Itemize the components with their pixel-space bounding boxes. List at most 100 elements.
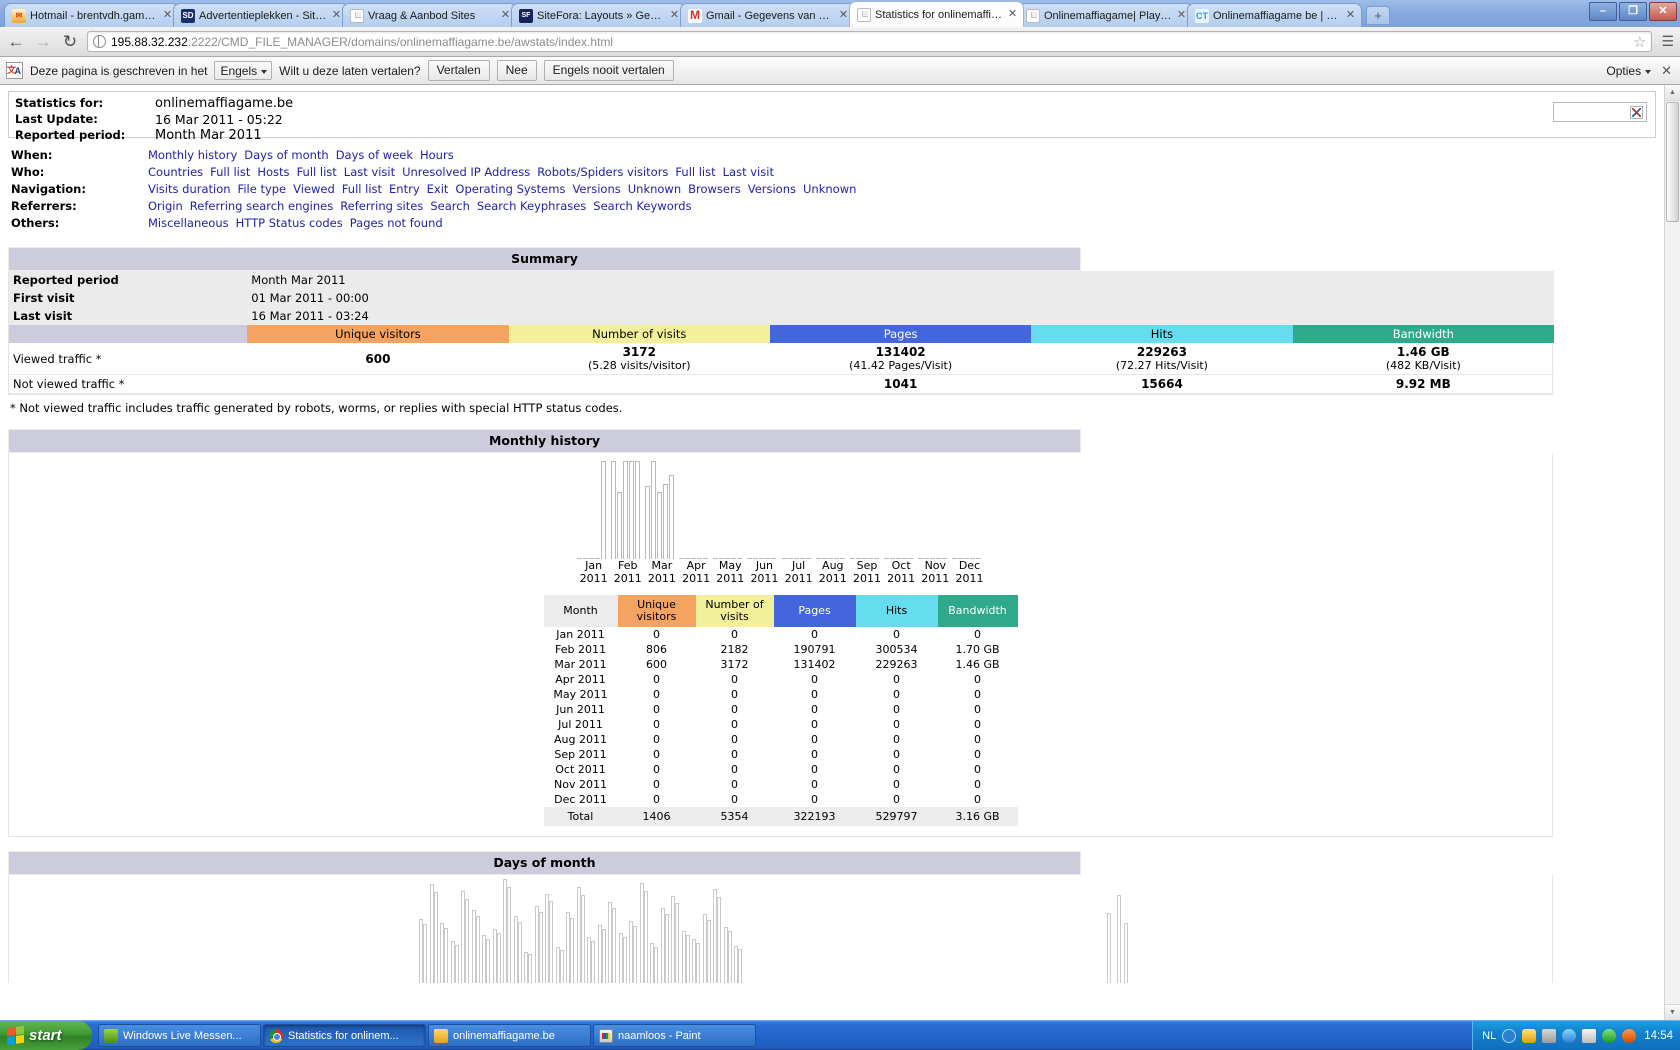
cell-pages: 0 <box>811 733 818 746</box>
minimize-button[interactable]: – <box>1589 2 1617 21</box>
nav-link[interactable]: Countries <box>148 165 203 179</box>
nav-link[interactable]: Days of month <box>244 148 328 162</box>
star-tray-icon[interactable] <box>1522 1028 1537 1043</box>
browser-tab[interactable]: ✉ Hotmail - brentvdh.game... ✕ <box>4 3 179 27</box>
nav-link[interactable]: Referring sites <box>340 199 423 213</box>
bar <box>719 558 725 559</box>
firewall-tray-icon[interactable] <box>1622 1028 1637 1043</box>
new-tab-button[interactable]: + <box>1366 6 1390 25</box>
browser-tab[interactable]: SD Advertentieplekken - SiteD... ✕ <box>173 3 348 27</box>
nav-link[interactable]: Operating Systems <box>455 182 565 196</box>
browser-tab[interactable]: CT Onlinemaffiagame be | Cri... ✕ <box>1187 3 1362 27</box>
table-total-row: Total 1406 5354 322193 529797 3.16 GB <box>543 807 1018 826</box>
nav-link[interactable]: Miscellaneous <box>148 216 229 230</box>
scroll-down-icon[interactable]: ▼ <box>1665 1004 1680 1020</box>
nav-link[interactable]: Monthly history <box>148 148 237 162</box>
nav-link[interactable]: Hosts <box>257 165 289 179</box>
nav-link[interactable]: Search Keyphrases <box>477 199 586 213</box>
summary-section-title: Summary <box>8 247 1081 271</box>
summary-col-unique-visitors: Unique visitors <box>247 325 509 343</box>
nav-link[interactable]: Visits duration <box>148 182 231 196</box>
back-icon[interactable]: ← <box>6 32 26 52</box>
nav-link[interactable]: Unknown <box>628 182 681 196</box>
bookmark-star-icon[interactable]: ☆ <box>1633 33 1646 51</box>
messenger-tray-icon[interactable] <box>1502 1028 1517 1043</box>
nav-link[interactable]: Full list <box>297 165 337 179</box>
cell-unique-visitors: 0 <box>653 733 660 746</box>
update-tray-icon[interactable] <box>1602 1028 1617 1043</box>
nav-link[interactable]: Entry <box>389 182 420 196</box>
language-select[interactable]: Engels <box>214 61 273 80</box>
nav-link[interactable]: Viewed <box>293 182 335 196</box>
scroll-up-icon[interactable]: ▲ <box>1665 85 1680 101</box>
nav-link[interactable]: Versions <box>748 182 796 196</box>
bar <box>902 558 908 559</box>
awstats-nav: When: Monthly history Days of month Days o… <box>8 148 863 233</box>
forward-icon[interactable]: → <box>33 32 53 52</box>
nav-link[interactable]: Last visit <box>723 165 774 179</box>
summary-col-pages: Pages <box>769 325 1032 343</box>
taskbar-item[interactable]: naamloos - Paint <box>593 1024 756 1047</box>
taskbar-clock[interactable]: 14:54 <box>1642 1030 1673 1042</box>
nav-link[interactable]: Browsers <box>688 182 741 196</box>
nav-link[interactable]: Referring search engines <box>190 199 333 213</box>
browser-tab-active[interactable]: Statistics for onlinemaffiag... ✕ <box>849 1 1024 27</box>
never-translate-button[interactable]: Engels nooit vertalen <box>543 60 674 81</box>
close-window-button[interactable]: ✕ <box>1649 2 1677 21</box>
close-infobar-icon[interactable]: ✕ <box>1661 63 1672 79</box>
taskbar-item-active[interactable]: Statistics for onlinem... <box>263 1024 426 1047</box>
translate-icon <box>6 62 23 79</box>
table-row: Jun 2011 0 0 0 0 0 <box>544 702 1018 717</box>
taskbar-item[interactable]: Windows Live Messen... <box>98 1024 261 1047</box>
page-scrollbar[interactable]: ▲ ▼ <box>1664 85 1680 1020</box>
nav-link[interactable]: Unknown <box>803 182 856 196</box>
browser-tab[interactable]: Onlinemaffiagame| Play th... ✕ <box>1018 3 1193 27</box>
close-icon[interactable]: ✕ <box>1344 9 1357 22</box>
nav-link[interactable]: Full list <box>210 165 250 179</box>
nav-link[interactable]: Robots/Spiders visitors <box>537 165 668 179</box>
nav-link[interactable]: Days of week <box>336 148 413 162</box>
nav-link[interactable]: Exit <box>427 182 449 196</box>
options-menu[interactable]: Opties <box>1606 64 1651 78</box>
volume-tray-icon[interactable] <box>1582 1028 1597 1043</box>
browser-tab[interactable]: M Gmail - Gegevens van uw ... ✕ <box>680 3 855 27</box>
decline-translate-button[interactable]: Nee <box>496 60 537 81</box>
nav-link[interactable]: HTTP Status codes <box>236 216 343 230</box>
browser-tab[interactable]: SF SiteFora: Layouts » Gezoc... ✕ <box>511 3 686 27</box>
monthly-history-section-title: Monthly history <box>8 429 1081 453</box>
nav-link[interactable]: Full list <box>342 182 382 196</box>
bar <box>582 558 588 559</box>
wrench-menu-icon[interactable]: ☰ <box>1661 33 1674 50</box>
nav-link[interactable]: Search <box>430 199 470 213</box>
start-button[interactable]: start <box>0 1021 92 1050</box>
cell-hits: 300534 <box>875 643 918 656</box>
nav-link[interactable]: Versions <box>572 182 620 196</box>
maximize-button[interactable]: ❐ <box>1619 2 1647 21</box>
day-bar <box>685 935 690 983</box>
reload-icon[interactable]: ↻ <box>60 32 80 52</box>
summary-header-row: Unique visitors Number of visits Pages H… <box>9 325 1554 343</box>
translate-infobar: Deze pagina is geschreven in het Engels … <box>0 57 1680 85</box>
nav-link[interactable]: Search Keywords <box>593 199 691 213</box>
scrollbar-thumb[interactable] <box>1666 102 1679 222</box>
bar <box>873 558 879 559</box>
network-tray-icon[interactable] <box>1542 1028 1557 1043</box>
shield-tray-icon[interactable] <box>1562 1028 1577 1043</box>
nav-link[interactable]: Pages not found <box>350 216 443 230</box>
nav-link[interactable]: Last visit <box>344 165 395 179</box>
browser-tab[interactable]: Vraag & Aanbod Sites ✕ <box>342 3 517 27</box>
nav-link[interactable]: Origin <box>148 199 183 213</box>
table-row: Not viewed traffic * 1041 15664 9.92 MB <box>9 374 1554 394</box>
nav-link[interactable]: File type <box>238 182 287 196</box>
taskbar-item[interactable]: onlinemaffiagame.be <box>428 1024 591 1047</box>
summary-row-label: Viewed traffic * <box>9 343 248 375</box>
nav-link[interactable]: Unresolved IP Address <box>402 165 530 179</box>
close-icon[interactable]: ✕ <box>1006 8 1019 21</box>
nav-link[interactable]: Hours <box>420 148 454 162</box>
nav-link[interactable]: Full list <box>675 165 715 179</box>
summary-table: Reported period Month Mar 2011 First vis… <box>9 271 1554 394</box>
language-indicator[interactable]: NL <box>1482 1030 1496 1042</box>
translate-button[interactable]: Vertalen <box>427 60 490 81</box>
bar <box>849 558 855 559</box>
address-bar[interactable]: 195.88.32.232:2222/CMD_FILE_MANAGER/doma… <box>87 31 1653 52</box>
